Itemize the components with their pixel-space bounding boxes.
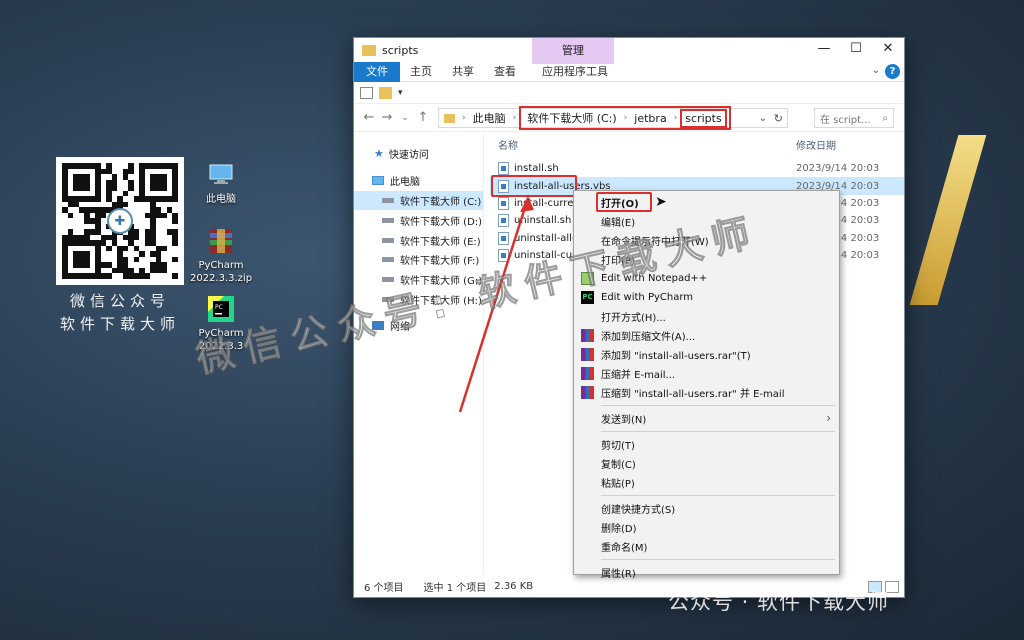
- menu-add-to-rar[interactable]: 添加到 "install-all-users.rar"(T): [574, 345, 839, 364]
- menu-separator: [601, 559, 835, 560]
- menu-separator: [601, 431, 835, 432]
- menu-label: 发送到(N): [601, 415, 647, 426]
- menu-label: 剪切(T): [601, 441, 635, 452]
- winrar-icon: [581, 386, 594, 399]
- menu-copy[interactable]: 复制(C): [574, 454, 839, 473]
- chevron-right-icon: ›: [826, 411, 831, 425]
- menu-label: 删除(D): [601, 524, 637, 535]
- menu-rename[interactable]: 重命名(M): [574, 537, 839, 556]
- menu-add-archive[interactable]: 添加到压缩文件(A)...: [574, 326, 839, 345]
- red-arrowhead: [520, 196, 534, 212]
- menu-label: 压缩并 E-mail...: [601, 370, 676, 381]
- menu-compress-email[interactable]: 压缩并 E-mail...: [574, 364, 839, 383]
- menu-separator: [601, 495, 835, 496]
- menu-label: 属性(R): [601, 569, 636, 580]
- menu-edit-pycharm[interactable]: PC Edit with PyCharm: [574, 288, 839, 307]
- open-highlight-box: [596, 192, 652, 212]
- menu-label: 打开方式(H)...: [601, 313, 666, 324]
- winrar-icon: [581, 367, 594, 380]
- menu-delete[interactable]: 删除(D): [574, 518, 839, 537]
- arrow-overlay: [458, 196, 534, 413]
- winrar-icon: [581, 329, 594, 342]
- menu-label: 重命名(M): [601, 543, 648, 554]
- menu-label: 压缩到 "install-all-users.rar" 并 E-mail: [601, 389, 785, 400]
- menu-label: 粘贴(P): [601, 479, 635, 490]
- mouse-cursor-icon: ➤: [655, 194, 667, 210]
- footer-brand: 公众号 · 软件下载大师: [668, 590, 890, 614]
- menu-cut[interactable]: 剪切(T): [574, 435, 839, 454]
- menu-properties[interactable]: 属性(R): [574, 563, 839, 582]
- menu-label: Edit with PyCharm: [601, 292, 694, 303]
- menu-label: 添加到 "install-all-users.rar"(T): [601, 351, 751, 362]
- menu-compress-rar-email[interactable]: 压缩到 "install-all-users.rar" 并 E-mail: [574, 383, 839, 402]
- menu-separator: [601, 405, 835, 406]
- menu-open-with[interactable]: 打开方式(H)...: [574, 307, 839, 326]
- menu-create-shortcut[interactable]: 创建快捷方式(S): [574, 499, 839, 518]
- menu-paste[interactable]: 粘贴(P): [574, 473, 839, 492]
- menu-label: 创建快捷方式(S): [601, 505, 676, 516]
- menu-label: 编辑(E): [601, 218, 636, 229]
- winrar-icon: [581, 348, 594, 361]
- menu-open[interactable]: 打开(O): [574, 192, 839, 212]
- menu-send-to[interactable]: 发送到(N) ›: [574, 409, 839, 428]
- menu-label: 添加到压缩文件(A)...: [601, 332, 696, 343]
- menu-label: 复制(C): [601, 460, 636, 471]
